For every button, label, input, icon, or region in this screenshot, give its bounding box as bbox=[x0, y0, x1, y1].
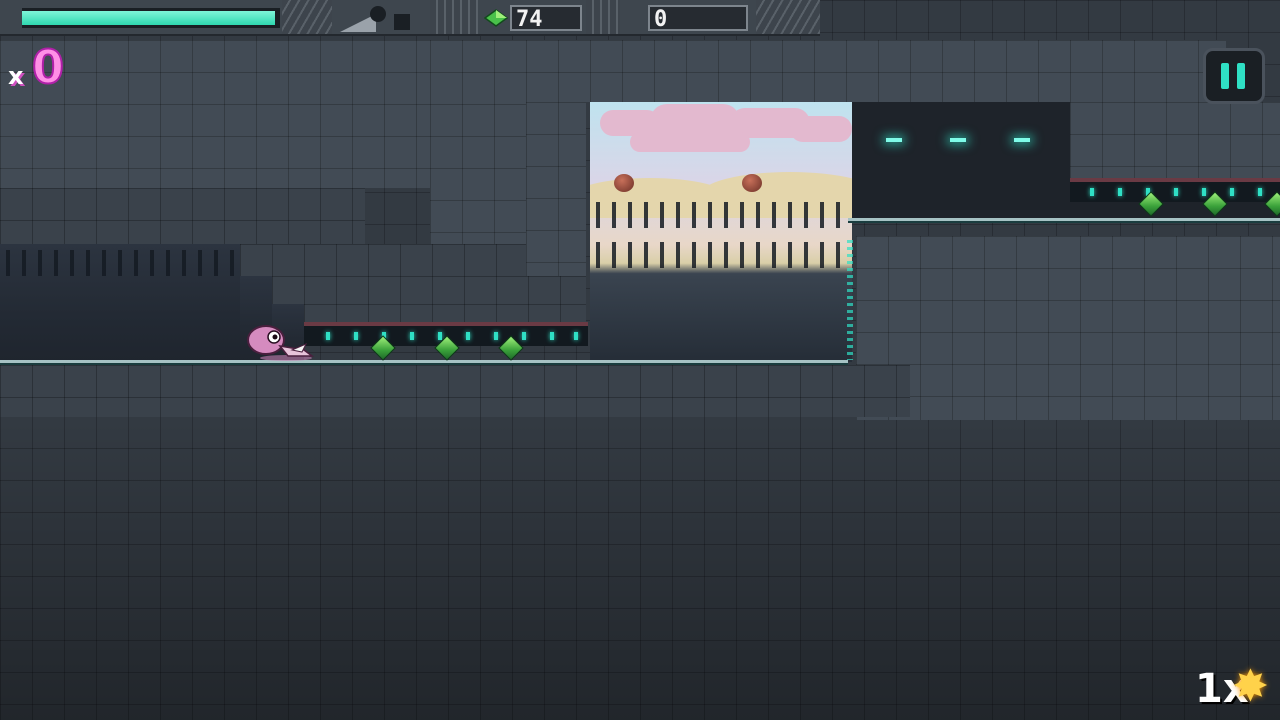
upper-right-floor bbox=[848, 218, 1280, 221]
pause-icon bbox=[1221, 63, 1229, 89]
ceiling-lamp bbox=[950, 138, 966, 142]
dark-room bbox=[852, 102, 1070, 220]
hud-top-bar: 74 0 bbox=[0, 0, 820, 36]
pause-button[interactable] bbox=[1203, 48, 1265, 104]
wall-light-rail bbox=[847, 240, 853, 360]
hud-emblem-icon bbox=[340, 6, 410, 32]
stair-step-2 bbox=[272, 276, 586, 304]
combo-value: 0 bbox=[31, 40, 65, 94]
ceiling-ledge bbox=[526, 40, 1226, 102]
ceiling-lamp bbox=[886, 138, 902, 142]
explosion-burst-icon[interactable]: ✸ bbox=[1232, 662, 1269, 712]
upper-corridor-light-strip bbox=[1070, 178, 1280, 202]
floor-slab bbox=[0, 365, 910, 417]
hud-stripes bbox=[282, 0, 332, 34]
combo-prefix: x bbox=[8, 62, 24, 90]
ceiling-lamp bbox=[1014, 138, 1030, 142]
hud-stripes bbox=[756, 0, 820, 34]
sky-window bbox=[590, 102, 852, 362]
background-shade bbox=[0, 420, 1280, 720]
main-floor bbox=[0, 360, 848, 363]
stair-step-1 bbox=[240, 244, 526, 276]
hud-stripes bbox=[586, 0, 620, 34]
health-bar-fill bbox=[22, 11, 275, 25]
green-gem-icon bbox=[484, 9, 508, 27]
stair-step-3 bbox=[304, 304, 586, 324]
upper-right-wall bbox=[1070, 102, 1280, 180]
forest-backdrop-left bbox=[0, 244, 240, 362]
right-mid-wall bbox=[856, 236, 1280, 420]
gem-counter: 74 bbox=[510, 5, 582, 32]
player-character bbox=[247, 325, 314, 361]
hud-stripes bbox=[430, 0, 478, 34]
score-counter: 0 bbox=[648, 5, 748, 32]
health-bar bbox=[22, 8, 280, 28]
pause-icon bbox=[1237, 63, 1245, 89]
game-canvas[interactable]: 74 0 x 0 1x ✸ bbox=[0, 0, 1280, 720]
upper-wall-left bbox=[0, 40, 430, 188]
step-wall bbox=[0, 188, 365, 244]
